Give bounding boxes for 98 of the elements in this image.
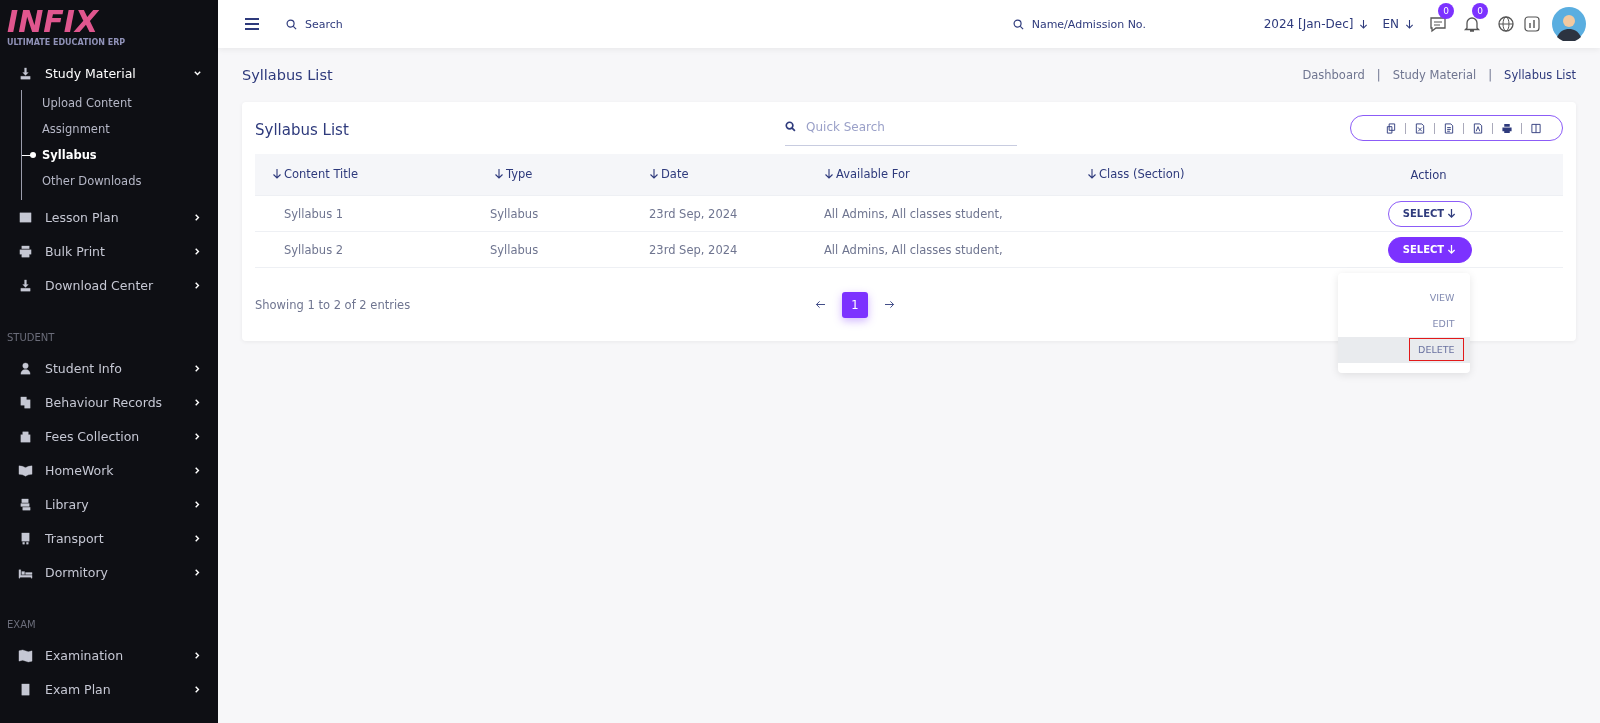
page-title: Syllabus List (242, 67, 333, 83)
section-heading: EXAM (6, 618, 37, 632)
arrow-down-icon (1447, 208, 1457, 219)
menu-item[interactable]: EDIT (1423, 312, 1464, 335)
chevron-right-icon (193, 650, 202, 660)
chevron-right-icon (193, 431, 202, 441)
table-cell: All Admins, All classes student, (824, 206, 1003, 221)
sidebar-item[interactable]: Behaviour Records (0, 385, 218, 419)
search-icon (785, 121, 796, 132)
search-icon (1012, 18, 1024, 30)
arrow-right-icon[interactable] (884, 300, 895, 309)
sidebar-item[interactable]: Study Material (0, 56, 218, 90)
arrow-down-icon (1087, 167, 1097, 180)
sidebar-item[interactable]: HomeWork (0, 453, 218, 487)
chevron-right-icon (193, 465, 202, 475)
arrow-down-icon (494, 167, 504, 180)
column-header[interactable]: Content Title (272, 166, 359, 181)
person-icon (18, 360, 33, 376)
bar-chart-icon[interactable] (1522, 14, 1542, 34)
chevron-right-icon (193, 499, 202, 509)
breadcrumb-link[interactable]: Study Material (1392, 68, 1477, 82)
bell-icon[interactable] (1462, 14, 1482, 34)
card-title: Syllabus List (255, 119, 350, 139)
arrow-down-icon (272, 167, 282, 180)
table-cell: Syllabus (490, 206, 539, 221)
globe-icon[interactable] (1496, 14, 1516, 34)
table-cell: 23rd Sep, 2024 (649, 206, 738, 221)
documents-icon (18, 394, 33, 410)
download-tray-icon (18, 277, 33, 293)
sidebar-item[interactable]: Examination (0, 638, 218, 672)
chevron-down-icon (193, 68, 202, 78)
sidebar-item[interactable]: Exam Plan (0, 672, 218, 706)
page-button[interactable]: 1 (842, 291, 868, 318)
breadcrumb-link[interactable]: Syllabus List (1504, 68, 1576, 82)
submenu-item[interactable]: Assignment (22, 116, 218, 142)
sidebar-item[interactable]: Bulk Print (0, 234, 218, 268)
column-header[interactable]: Action (1410, 167, 1447, 182)
submenu-item[interactable]: Upload Content (22, 90, 218, 116)
session-dropdown[interactable]: 2024 [Jan-Dec] (1263, 17, 1369, 31)
map-icon (18, 647, 33, 663)
submenu-item[interactable]: Syllabus (22, 142, 218, 168)
message-count-badge: 0 (1438, 3, 1454, 19)
printer-icon (18, 243, 33, 259)
breadcrumb-link[interactable]: Dashboard (1302, 68, 1365, 82)
bus-icon (18, 530, 33, 546)
select-button[interactable]: SELECT (1387, 236, 1472, 263)
sidebar-item[interactable]: Student Info (0, 351, 218, 385)
chevron-right-icon (193, 280, 202, 290)
column-header[interactable]: Type (494, 166, 533, 181)
chevron-right-icon (193, 246, 202, 256)
column-header[interactable]: Class (Section) (1087, 166, 1185, 181)
arrow-down-icon (1405, 18, 1414, 30)
column-header[interactable]: Available For (824, 166, 910, 181)
table-cell: Syllabus 1 (284, 206, 344, 221)
section-heading: STUDENT (6, 331, 56, 345)
sidebar-item[interactable]: Library (0, 487, 218, 521)
book-stack-icon (18, 496, 33, 512)
chevron-right-icon (193, 533, 202, 543)
sidebar-item[interactable]: Transport (0, 521, 218, 555)
table-cell: Syllabus (490, 242, 539, 257)
entries-info: Showing 1 to 2 of 2 entries (255, 297, 412, 312)
chat-icon[interactable] (1428, 14, 1448, 34)
book-icon (18, 462, 33, 478)
chevron-right-icon (193, 567, 202, 577)
avatar-icon[interactable] (1552, 7, 1586, 41)
table-cell: Syllabus 2 (284, 242, 344, 257)
menu-item[interactable]: VIEW (1420, 286, 1464, 309)
arrow-down-icon (1359, 18, 1369, 30)
breadcrumb-separator: | (1488, 68, 1493, 82)
breadcrumb-separator: | (1376, 68, 1381, 82)
column-header[interactable]: Date (649, 166, 689, 181)
submenu-item[interactable]: Other Downloads (22, 168, 218, 194)
arrow-down-icon (824, 167, 834, 180)
logo: INFIX (7, 6, 99, 38)
notification-count-badge: 0 (1472, 3, 1488, 19)
box-icon (18, 428, 33, 444)
sidebar-item[interactable]: Lesson Plan (0, 200, 218, 234)
table-cell: 23rd Sep, 2024 (649, 242, 738, 257)
student-search-field[interactable]: Name/Admission No. (1029, 16, 1174, 32)
menu-item[interactable]: DELETE (1409, 338, 1464, 361)
chevron-right-icon (193, 397, 202, 407)
sidebar-item[interactable]: Fees Collection (0, 419, 218, 453)
select-button[interactable]: SELECT (1387, 200, 1472, 227)
logo-tagline: ULTIMATE EDUCATION ERP (7, 38, 126, 47)
chevron-right-icon (193, 363, 202, 373)
search-field[interactable]: Search (303, 16, 417, 32)
download-tray-icon (18, 65, 33, 81)
language-dropdown[interactable]: EN (1382, 17, 1414, 31)
chevron-right-icon (193, 212, 202, 222)
sidebar-item[interactable]: Download Center (0, 268, 218, 302)
table-cell: All Admins, All classes student, (824, 242, 1003, 257)
sidebar-item[interactable]: Dormitory (0, 555, 218, 589)
arrow-left-icon[interactable] (815, 300, 826, 309)
chevron-right-icon (193, 684, 202, 694)
menu-icon[interactable] (244, 17, 260, 31)
arrow-down-icon (1447, 244, 1457, 255)
search-icon (286, 18, 297, 30)
arrow-down-icon (649, 167, 659, 180)
